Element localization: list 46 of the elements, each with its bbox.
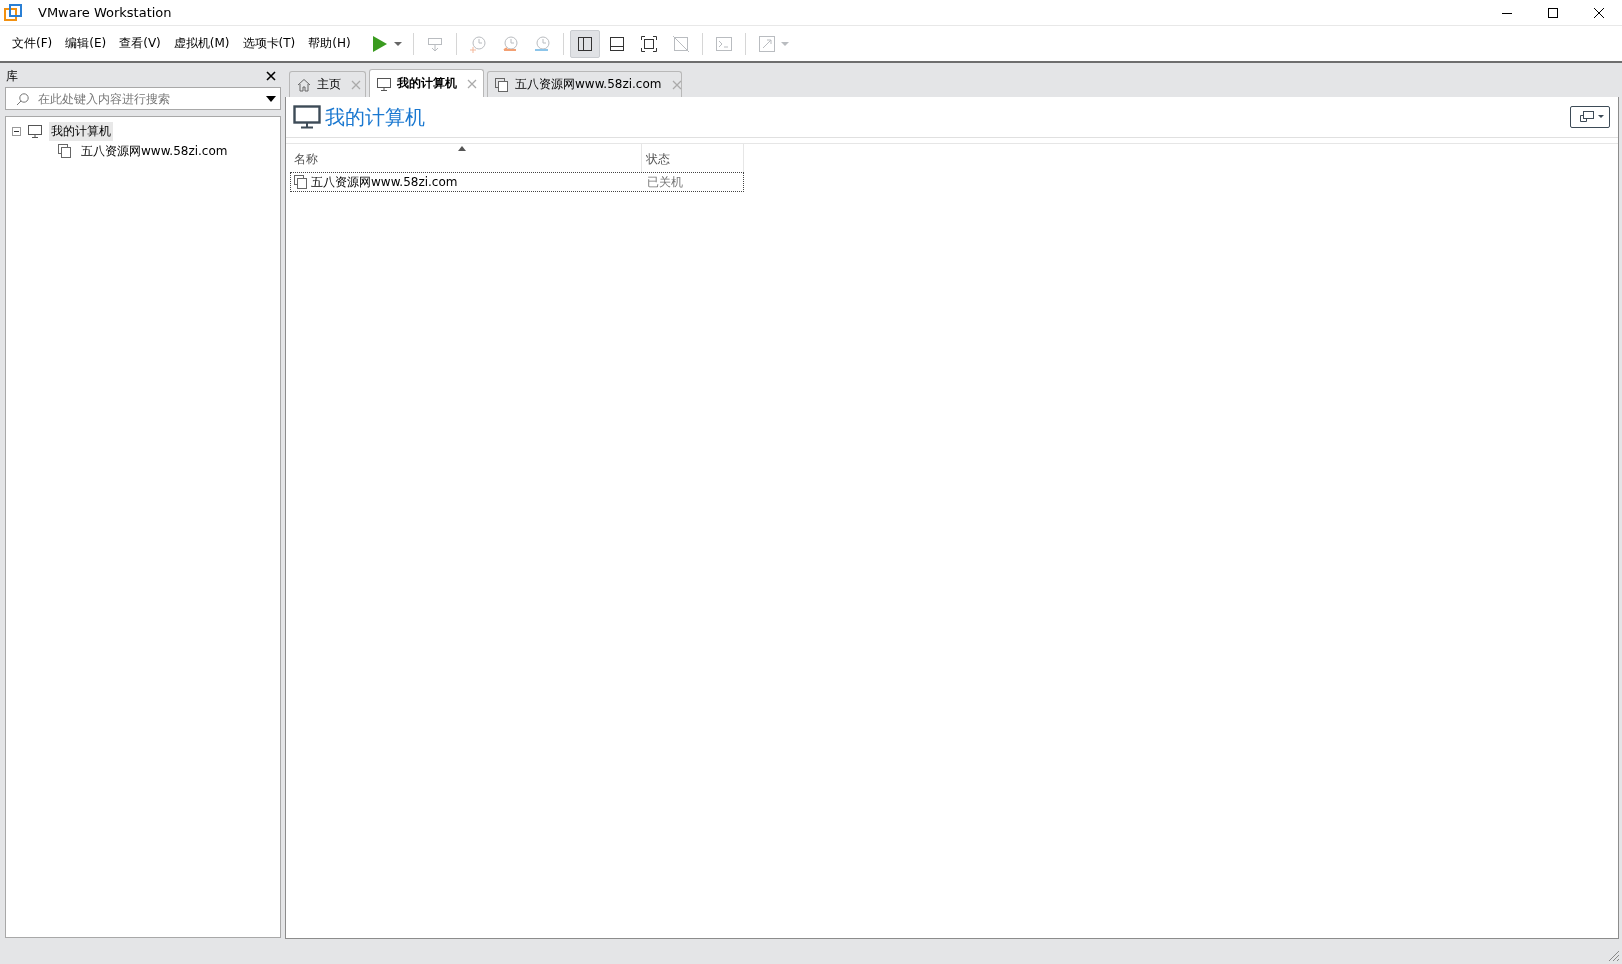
menu-item[interactable]: 虚拟机(M) <box>167 31 236 56</box>
app-logo-icon <box>4 3 22 22</box>
full-screen-icon <box>638 33 659 54</box>
view-mode-button[interactable] <box>1570 106 1610 128</box>
dropdown-caret-icon[interactable] <box>266 95 276 102</box>
clock-plus-icon <box>467 33 488 54</box>
sidebar-layout-button[interactable] <box>569 29 600 58</box>
column-header[interactable]: 名称 <box>290 144 642 172</box>
virtual-machine-icon <box>494 76 510 93</box>
menu-item[interactable]: 选项卡(T) <box>236 31 302 56</box>
resize-grip-icon[interactable] <box>1608 950 1620 962</box>
table-cell: 五八资源网www.58zi.com <box>311 173 458 191</box>
menu-item[interactable]: 编辑(E) <box>59 31 113 56</box>
tab[interactable]: 五八资源网www.58zi.com <box>487 71 682 97</box>
tab-label: 主页 <box>317 76 341 93</box>
tab[interactable]: 主页 <box>289 71 366 97</box>
menu-item[interactable]: 查看(V) <box>113 31 167 56</box>
computer-icon <box>27 123 43 139</box>
tree-item[interactable]: 五八资源网www.58zi.com <box>79 141 230 161</box>
virtual-machine-icon <box>57 143 73 159</box>
tab[interactable]: 我的计算机 <box>369 69 484 97</box>
tab-label: 我的计算机 <box>397 75 457 92</box>
stretch-icon <box>756 33 777 54</box>
column-header[interactable]: 状态 <box>642 144 744 172</box>
tree-item[interactable]: 我的计算机 <box>49 121 113 141</box>
home-icon <box>296 76 312 93</box>
close-icon[interactable] <box>265 70 277 82</box>
caret-icon <box>393 41 402 46</box>
table-cell: 已关机 <box>647 173 683 191</box>
window-title: VMware Workstation <box>38 5 172 20</box>
virtual-machine-icon <box>293 174 309 190</box>
monitor-icon <box>293 105 321 129</box>
search-input[interactable]: 在此处键入内容进行搜索 <box>38 91 258 106</box>
sort-arrow-icon <box>458 146 467 151</box>
table-row[interactable]: 五八资源网www.58zi.com 已关机 <box>290 172 744 192</box>
collapse-icon[interactable] <box>12 126 21 136</box>
search-icon <box>16 91 30 106</box>
tab-label: 五八资源网www.58zi.com <box>515 76 662 93</box>
menu-item[interactable]: 文件(F) <box>6 31 59 56</box>
caret-icon <box>780 41 789 46</box>
panel-title: 库 <box>6 67 18 85</box>
computer-icon <box>376 75 392 92</box>
page-title: 我的计算机 <box>325 103 425 131</box>
menu-item[interactable]: 帮助(H) <box>302 31 357 56</box>
unity-icon <box>670 33 691 54</box>
search-field[interactable]: 在此处键入内容进行搜索 <box>5 87 281 110</box>
